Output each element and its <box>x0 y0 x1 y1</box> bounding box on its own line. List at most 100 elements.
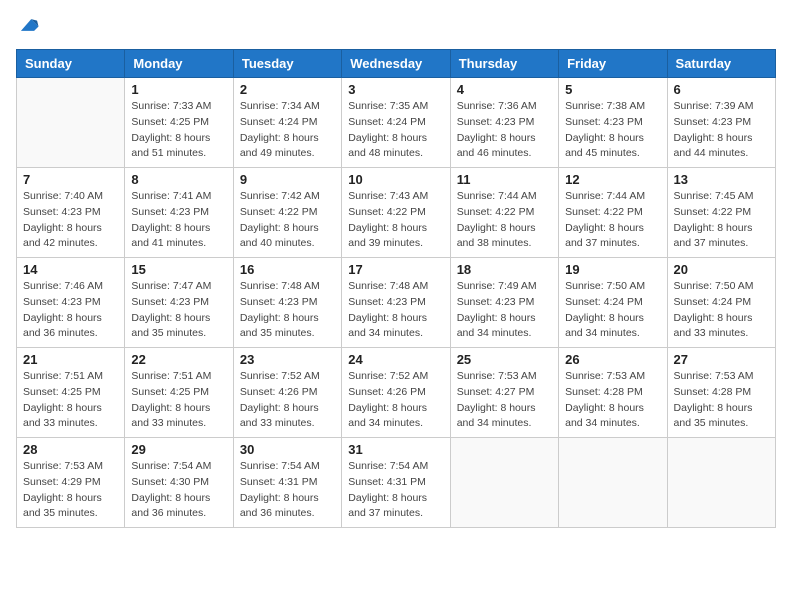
header-wednesday: Wednesday <box>342 50 450 78</box>
day-number: 25 <box>457 352 552 367</box>
day-number: 31 <box>348 442 443 457</box>
day-info: Sunrise: 7:45 AMSunset: 4:22 PMDaylight:… <box>674 189 769 252</box>
day-cell: 20 Sunrise: 7:50 AMSunset: 4:24 PMDayligh… <box>667 258 775 348</box>
week-row-4: 21 Sunrise: 7:51 AMSunset: 4:25 PMDayligh… <box>17 348 776 438</box>
day-info: Sunrise: 7:51 AMSunset: 4:25 PMDaylight:… <box>131 369 226 432</box>
day-cell <box>667 438 775 528</box>
day-cell: 12 Sunrise: 7:44 AMSunset: 4:22 PMDayligh… <box>559 168 667 258</box>
day-cell <box>450 438 558 528</box>
day-number: 24 <box>348 352 443 367</box>
day-number: 6 <box>674 82 769 97</box>
logo-icon <box>18 14 40 36</box>
day-info: Sunrise: 7:53 AMSunset: 4:28 PMDaylight:… <box>565 369 660 432</box>
day-number: 3 <box>348 82 443 97</box>
page-header <box>16 16 776 41</box>
day-cell: 14Sunrise: 7:46 AMSunset: 4:23 PMDayligh… <box>17 258 125 348</box>
day-cell: 23 Sunrise: 7:52 AMSunset: 4:26 PMDayligh… <box>233 348 341 438</box>
day-info: Sunrise: 7:50 AMSunset: 4:24 PMDaylight:… <box>565 279 660 342</box>
day-info: Sunrise: 7:54 AMSunset: 4:31 PMDaylight:… <box>348 459 443 522</box>
day-info: Sunrise: 7:50 AMSunset: 4:24 PMDaylight:… <box>674 279 769 342</box>
header-saturday: Saturday <box>667 50 775 78</box>
day-info: Sunrise: 7:36 AMSunset: 4:23 PMDaylight:… <box>457 99 552 162</box>
day-number: 16 <box>240 262 335 277</box>
header-thursday: Thursday <box>450 50 558 78</box>
day-info: Sunrise: 7:44 AMSunset: 4:22 PMDaylight:… <box>565 189 660 252</box>
day-info: Sunrise: 7:54 AMSunset: 4:30 PMDaylight:… <box>131 459 226 522</box>
day-number: 8 <box>131 172 226 187</box>
day-cell <box>559 438 667 528</box>
day-info: Sunrise: 7:48 AMSunset: 4:23 PMDaylight:… <box>348 279 443 342</box>
day-info: Sunrise: 7:40 AMSunset: 4:23 PMDaylight:… <box>23 189 118 252</box>
day-number: 2 <box>240 82 335 97</box>
day-info: Sunrise: 7:33 AMSunset: 4:25 PMDaylight:… <box>131 99 226 162</box>
day-cell: 8 Sunrise: 7:41 AMSunset: 4:23 PMDaylight… <box>125 168 233 258</box>
day-info: Sunrise: 7:51 AMSunset: 4:25 PMDaylight:… <box>23 369 118 432</box>
day-cell: 24 Sunrise: 7:52 AMSunset: 4:26 PMDayligh… <box>342 348 450 438</box>
day-info: Sunrise: 7:52 AMSunset: 4:26 PMDaylight:… <box>348 369 443 432</box>
day-number: 30 <box>240 442 335 457</box>
day-cell: 1 Sunrise: 7:33 AMSunset: 4:25 PMDaylight… <box>125 78 233 168</box>
header-row: SundayMondayTuesdayWednesdayThursdayFrid… <box>17 50 776 78</box>
logo <box>16 16 40 41</box>
day-cell: 16Sunrise: 7:48 AMSunset: 4:23 PMDayligh… <box>233 258 341 348</box>
day-cell: 21 Sunrise: 7:51 AMSunset: 4:25 PMDayligh… <box>17 348 125 438</box>
day-cell: 7 Sunrise: 7:40 AMSunset: 4:23 PMDaylight… <box>17 168 125 258</box>
day-number: 21 <box>23 352 118 367</box>
day-info: Sunrise: 7:47 AMSunset: 4:23 PMDaylight:… <box>131 279 226 342</box>
day-info: Sunrise: 7:35 AMSunset: 4:24 PMDaylight:… <box>348 99 443 162</box>
day-number: 18 <box>457 262 552 277</box>
day-cell: 2Sunrise: 7:34 AMSunset: 4:24 PMDaylight… <box>233 78 341 168</box>
day-number: 19 <box>565 262 660 277</box>
day-cell: 30 Sunrise: 7:54 AMSunset: 4:31 PMDayligh… <box>233 438 341 528</box>
day-number: 14 <box>23 262 118 277</box>
day-cell: 28Sunrise: 7:53 AMSunset: 4:29 PMDayligh… <box>17 438 125 528</box>
day-number: 29 <box>131 442 226 457</box>
day-cell: 10 Sunrise: 7:43 AMSunset: 4:22 PMDayligh… <box>342 168 450 258</box>
day-cell: 13 Sunrise: 7:45 AMSunset: 4:22 PMDayligh… <box>667 168 775 258</box>
day-info: Sunrise: 7:52 AMSunset: 4:26 PMDaylight:… <box>240 369 335 432</box>
day-info: Sunrise: 7:49 AMSunset: 4:23 PMDaylight:… <box>457 279 552 342</box>
day-cell: 26 Sunrise: 7:53 AMSunset: 4:28 PMDayligh… <box>559 348 667 438</box>
day-cell: 5Sunrise: 7:38 AMSunset: 4:23 PMDaylight… <box>559 78 667 168</box>
day-cell: 3 Sunrise: 7:35 AMSunset: 4:24 PMDaylight… <box>342 78 450 168</box>
day-info: Sunrise: 7:43 AMSunset: 4:22 PMDaylight:… <box>348 189 443 252</box>
day-number: 20 <box>674 262 769 277</box>
day-cell: 11 Sunrise: 7:44 AMSunset: 4:22 PMDayligh… <box>450 168 558 258</box>
day-number: 13 <box>674 172 769 187</box>
day-info: Sunrise: 7:42 AMSunset: 4:22 PMDaylight:… <box>240 189 335 252</box>
day-number: 12 <box>565 172 660 187</box>
day-cell: 27Sunrise: 7:53 AMSunset: 4:28 PMDayligh… <box>667 348 775 438</box>
day-number: 9 <box>240 172 335 187</box>
week-row-5: 28Sunrise: 7:53 AMSunset: 4:29 PMDayligh… <box>17 438 776 528</box>
day-number: 7 <box>23 172 118 187</box>
day-info: Sunrise: 7:39 AMSunset: 4:23 PMDaylight:… <box>674 99 769 162</box>
day-info: Sunrise: 7:53 AMSunset: 4:27 PMDaylight:… <box>457 369 552 432</box>
day-cell <box>17 78 125 168</box>
day-cell: 18 Sunrise: 7:49 AMSunset: 4:23 PMDayligh… <box>450 258 558 348</box>
day-cell: 29 Sunrise: 7:54 AMSunset: 4:30 PMDayligh… <box>125 438 233 528</box>
day-number: 23 <box>240 352 335 367</box>
header-sunday: Sunday <box>17 50 125 78</box>
day-info: Sunrise: 7:44 AMSunset: 4:22 PMDaylight:… <box>457 189 552 252</box>
day-info: Sunrise: 7:41 AMSunset: 4:23 PMDaylight:… <box>131 189 226 252</box>
day-cell: 19 Sunrise: 7:50 AMSunset: 4:24 PMDayligh… <box>559 258 667 348</box>
day-cell: 25 Sunrise: 7:53 AMSunset: 4:27 PMDayligh… <box>450 348 558 438</box>
day-number: 1 <box>131 82 226 97</box>
day-info: Sunrise: 7:38 AMSunset: 4:23 PMDaylight:… <box>565 99 660 162</box>
week-row-3: 14Sunrise: 7:46 AMSunset: 4:23 PMDayligh… <box>17 258 776 348</box>
day-number: 10 <box>348 172 443 187</box>
week-row-1: 1 Sunrise: 7:33 AMSunset: 4:25 PMDaylight… <box>17 78 776 168</box>
day-number: 17 <box>348 262 443 277</box>
day-number: 11 <box>457 172 552 187</box>
day-cell: 6 Sunrise: 7:39 AMSunset: 4:23 PMDaylight… <box>667 78 775 168</box>
day-cell: 22Sunrise: 7:51 AMSunset: 4:25 PMDayligh… <box>125 348 233 438</box>
day-cell: 31 Sunrise: 7:54 AMSunset: 4:31 PMDayligh… <box>342 438 450 528</box>
day-number: 4 <box>457 82 552 97</box>
day-number: 15 <box>131 262 226 277</box>
week-row-2: 7 Sunrise: 7:40 AMSunset: 4:23 PMDaylight… <box>17 168 776 258</box>
day-info: Sunrise: 7:54 AMSunset: 4:31 PMDaylight:… <box>240 459 335 522</box>
header-tuesday: Tuesday <box>233 50 341 78</box>
calendar-table: SundayMondayTuesdayWednesdayThursdayFrid… <box>16 49 776 528</box>
day-number: 26 <box>565 352 660 367</box>
day-cell: 17 Sunrise: 7:48 AMSunset: 4:23 PMDayligh… <box>342 258 450 348</box>
